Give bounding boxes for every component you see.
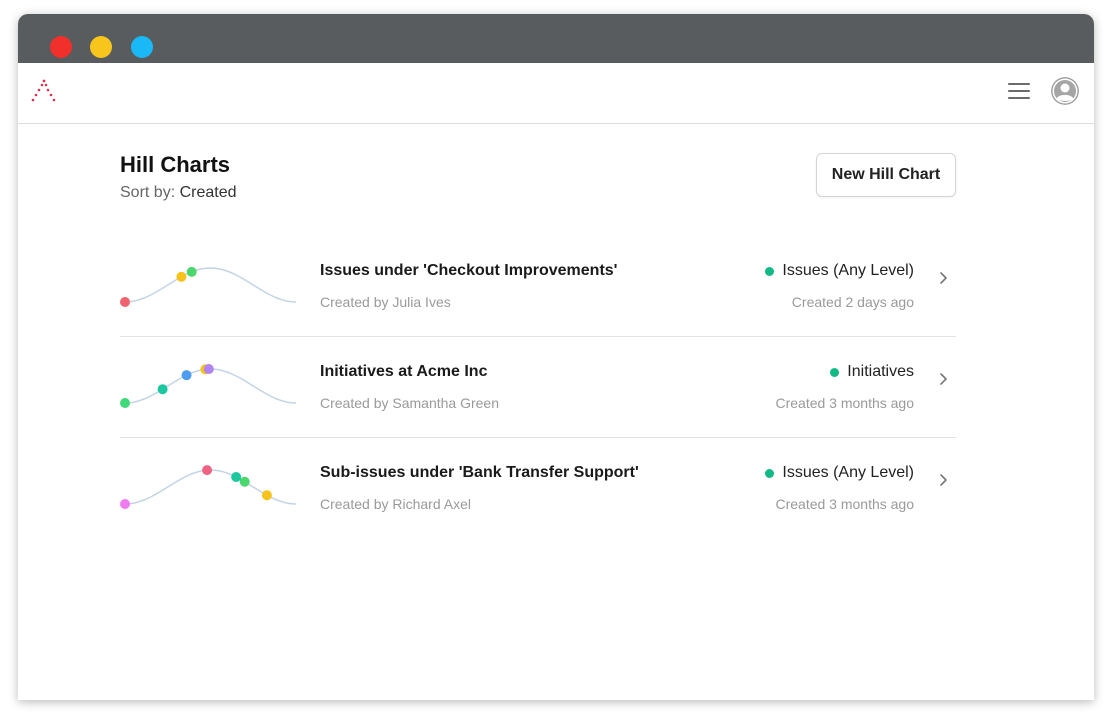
type-status-dot (830, 367, 840, 377)
logo-dot (34, 93, 38, 97)
hill-chart-dot[interactable] (157, 384, 168, 395)
hill-chart-dot[interactable] (120, 499, 130, 509)
sort-value[interactable]: Created (180, 184, 237, 201)
logo-dot (31, 98, 35, 102)
hill-chart-dot[interactable] (176, 271, 187, 282)
hill-chart-creator: Created by Samantha Green (320, 395, 499, 411)
hamburger-menu-icon[interactable] (1008, 83, 1030, 101)
hill-chart-type-label: Issues (Any Level) (782, 464, 914, 481)
chevron-right-icon[interactable] (938, 472, 950, 488)
hill-chart-dot[interactable] (181, 370, 192, 381)
hill-chart-dot[interactable] (203, 364, 214, 375)
window-titlebar (18, 14, 1094, 63)
type-status-dot (765, 266, 775, 276)
hill-chart-dot[interactable] (186, 266, 197, 277)
hill-chart-title: Initiatives at Acme Inc (320, 363, 488, 380)
app-header (18, 63, 1094, 124)
hill-chart-sparkline (120, 364, 297, 408)
hill-chart-created-date: Created 3 months ago (775, 496, 914, 512)
hill-curve (124, 267, 297, 303)
hill-chart-row[interactable]: Sub-issues under 'Bank Transfer Support'… (120, 438, 956, 539)
logo-dot (42, 79, 46, 83)
hill-chart-dot[interactable] (202, 465, 213, 476)
hill-chart-title: Sub-issues under 'Bank Transfer Support' (320, 464, 639, 481)
hill-curve (124, 469, 297, 505)
hill-chart-created-date: Created 3 months ago (775, 395, 914, 411)
hill-chart-dot[interactable] (120, 297, 130, 307)
hill-chart-type: Issues (Any Level) (765, 464, 914, 482)
page-title: Hill Charts (120, 152, 231, 177)
chevron-right-icon[interactable] (938, 270, 950, 286)
logo-dot (44, 83, 48, 87)
hill-chart-row[interactable]: Initiatives at Acme Inc Created by Saman… (120, 337, 956, 438)
hill-chart-dot[interactable] (261, 490, 272, 501)
hill-chart-created-date: Created 2 days ago (791, 294, 914, 310)
close-window-button[interactable] (50, 36, 72, 58)
hill-chart-sparkline (120, 465, 297, 509)
hill-curve (124, 368, 297, 404)
hill-chart-creator: Created by Julia Ives (320, 294, 451, 310)
user-avatar-icon[interactable] (1051, 77, 1079, 105)
sort-control[interactable]: Sort by: Created (120, 184, 237, 202)
chevron-right-icon[interactable] (938, 371, 950, 387)
hill-chart-type: Issues (Any Level) (765, 262, 914, 280)
type-status-dot (765, 468, 775, 478)
hill-chart-dot[interactable] (120, 398, 130, 408)
app-logo-icon[interactable] (30, 77, 58, 103)
logo-dot (37, 88, 41, 92)
hill-chart-type-label: Issues (Any Level) (782, 262, 914, 279)
minimize-window-button[interactable] (90, 36, 112, 58)
hill-chart-row[interactable]: Issues under 'Checkout Improvements' Cre… (120, 236, 956, 337)
hill-chart-type-label: Initiatives (847, 363, 914, 380)
hill-chart-sparkline (120, 266, 297, 307)
hill-chart-creator: Created by Richard Axel (320, 496, 471, 512)
hill-chart-type: Initiatives (830, 363, 914, 381)
logo-dot (49, 93, 53, 97)
logo-dot (40, 83, 44, 87)
zoom-window-button[interactable] (131, 36, 153, 58)
logo-dot (52, 98, 56, 102)
hill-chart-title: Issues under 'Checkout Improvements' (320, 262, 618, 279)
new-hill-chart-button[interactable]: New Hill Chart (816, 153, 956, 197)
hill-chart-dot[interactable] (239, 476, 250, 487)
logo-dot (46, 88, 50, 92)
sort-label: Sort by: (120, 184, 176, 201)
hill-chart-dot[interactable] (231, 472, 242, 483)
